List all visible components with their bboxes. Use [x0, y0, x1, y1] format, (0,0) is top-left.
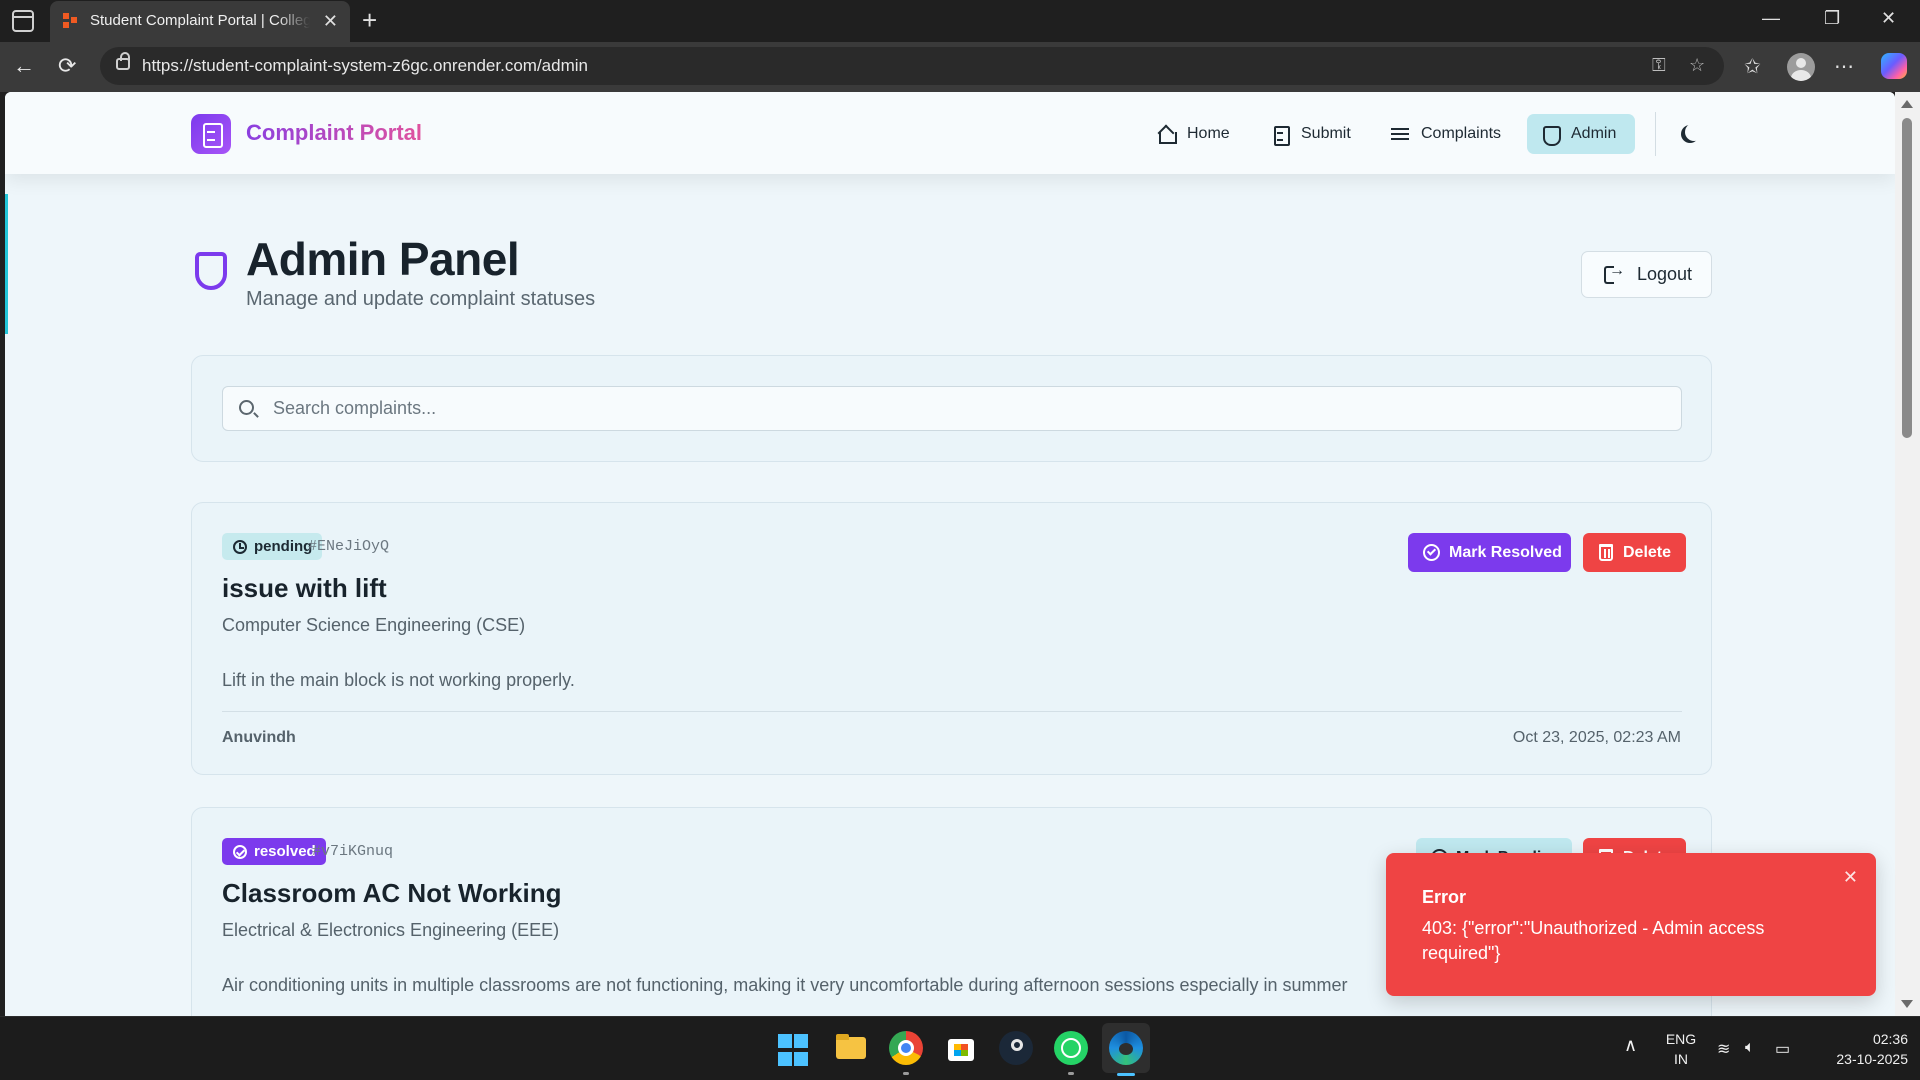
page-scrollbar[interactable] [1895, 92, 1920, 1016]
site-info-lock-icon[interactable] [116, 52, 130, 70]
clock-date[interactable]: 23-10-2025 [1816, 1051, 1908, 1067]
window-close-button[interactable]: ✕ [1881, 8, 1896, 29]
tab-actions-icon[interactable] [12, 10, 34, 32]
complaint-id: #ENeJiOyQ [308, 538, 390, 555]
tab-close-icon[interactable]: ✕ [323, 10, 338, 32]
volume-icon[interactable]: 🔈︎ [1745, 1039, 1755, 1057]
whatsapp-icon[interactable] [1054, 1031, 1088, 1065]
settings-more-button[interactable]: ⋯ [1834, 54, 1854, 79]
minimize-button[interactable]: — [1762, 8, 1780, 29]
language-code[interactable]: ENG [1665, 1031, 1697, 1047]
new-tab-button[interactable]: + [362, 6, 377, 34]
toast-message: 403: {"error":"Unauthorized - Admin acce… [1422, 918, 1765, 963]
logout-button[interactable]: Logout [1581, 251, 1712, 298]
toast-close-icon[interactable]: ✕ [1843, 867, 1858, 888]
wifi-icon[interactable]: ≋ [1717, 1039, 1730, 1059]
clock-icon [233, 540, 247, 554]
favorites-icon[interactable]: ✩ [1744, 54, 1761, 79]
status-label: resolved [254, 843, 316, 860]
file-explorer-icon[interactable] [834, 1031, 868, 1065]
complaint-description: Lift in the main block is not working pr… [222, 670, 575, 690]
running-indicator [1068, 1072, 1074, 1075]
nav-submit-label: Submit [1301, 125, 1351, 142]
document-icon [1271, 125, 1290, 146]
scroll-down-icon[interactable] [1901, 1000, 1913, 1008]
mark-resolved-label: Mark Resolved [1449, 543, 1562, 561]
home-icon [1157, 125, 1177, 144]
site-header: Complaint Portal Home Submit Complaints … [5, 92, 1895, 174]
card-divider [222, 711, 1682, 712]
nav-complaints-label: Complaints [1421, 125, 1502, 142]
favorite-star-icon[interactable]: ☆ [1689, 55, 1705, 76]
delete-button[interactable]: Delete [1583, 533, 1686, 572]
admin-shield-icon [195, 252, 227, 290]
chrome-icon[interactable] [889, 1031, 923, 1065]
running-indicator [903, 1072, 909, 1075]
nav-home[interactable]: Home [1143, 114, 1247, 154]
active-app-indicator [1117, 1073, 1135, 1076]
reload-button[interactable]: ⟳ [58, 54, 76, 78]
nav-admin-label: Admin [1571, 125, 1617, 142]
search-card [191, 355, 1712, 462]
tab-title: Student Complaint Portal | College [90, 12, 310, 29]
status-badge: resolved [222, 838, 326, 865]
complaint-card: pending #ENeJiOyQ issue with lift Comput… [191, 502, 1712, 775]
focus-strip [5, 194, 8, 334]
check-circle-icon [233, 845, 247, 859]
complaint-title: Classroom AC Not Working [222, 878, 562, 908]
nav-admin[interactable]: Admin [1527, 114, 1635, 154]
scroll-up-icon[interactable] [1901, 100, 1913, 108]
browser-tab[interactable]: Student Complaint Portal | College ✕ [50, 1, 350, 42]
trash-icon [1599, 544, 1613, 561]
profile-avatar[interactable] [1787, 53, 1815, 81]
error-toast: ✕ Error 403: {"error":"Unauthorized - Ad… [1386, 853, 1876, 996]
check-circle-icon [1423, 544, 1440, 561]
logout-icon [1604, 262, 1625, 284]
nav-complaints[interactable]: Complaints [1377, 114, 1516, 154]
password-key-icon[interactable]: ⚿ [1652, 55, 1666, 76]
steam-icon[interactable] [999, 1031, 1033, 1065]
search-icon [239, 400, 254, 415]
browser-tab-bar: Student Complaint Portal | College ✕ + —… [0, 0, 1920, 42]
back-button[interactable]: ← [13, 54, 35, 78]
windows-start-icon[interactable] [778, 1034, 812, 1068]
address-bar[interactable]: https://student-complaint-system-z6gc.on… [100, 47, 1724, 85]
nav-divider [1655, 112, 1656, 156]
logout-label: Logout [1637, 264, 1693, 284]
moon-icon[interactable] [1685, 123, 1703, 141]
search-input[interactable] [222, 386, 1682, 431]
status-label: pending [254, 538, 313, 555]
shield-icon [1541, 125, 1561, 146]
region-code[interactable]: IN [1665, 1051, 1697, 1067]
scrollbar-thumb[interactable] [1902, 118, 1912, 438]
restore-button[interactable]: ❐ [1824, 8, 1840, 29]
complaint-id: #v7iKGnuq [312, 843, 394, 860]
toast-title: Error [1422, 887, 1467, 907]
mark-resolved-button[interactable]: Mark Resolved [1408, 533, 1571, 572]
complaint-department: Computer Science Engineering (CSE) [222, 615, 526, 635]
site-favicon-icon [63, 13, 79, 29]
nav-home-label: Home [1187, 125, 1230, 142]
complaint-description: Air conditioning units in multiple class… [222, 975, 1348, 995]
edge-browser-icon[interactable] [1109, 1031, 1143, 1065]
show-hidden-icons-chevron[interactable]: ∧ [1624, 1035, 1637, 1056]
windows-taskbar: ∧ ENG IN ≋ 🔈︎ ▭ 02:36 23-10-2025 [0, 1016, 1920, 1080]
page-title: Admin Panel [246, 233, 520, 285]
complaint-department: Electrical & Electronics Engineering (EE… [222, 920, 560, 940]
battery-icon[interactable]: ▭ [1775, 1039, 1790, 1059]
delete-label: Delete [1623, 543, 1672, 561]
url-text[interactable]: https://student-complaint-system-z6gc.on… [142, 56, 588, 76]
complaint-date: Oct 23, 2025, 02:23 AM [1512, 729, 1681, 746]
page-subtitle: Manage and update complaint statuses [246, 288, 596, 310]
complaint-title: issue with lift [222, 573, 387, 603]
brand-name[interactable]: Complaint Portal [246, 120, 422, 146]
browser-toolbar: ← ⟳ https://student-complaint-system-z6g… [0, 42, 1920, 92]
logo-document-icon[interactable] [191, 114, 231, 154]
nav-submit[interactable]: Submit [1257, 114, 1367, 154]
copilot-icon[interactable] [1881, 53, 1907, 79]
clock-time[interactable]: 02:36 [1816, 1031, 1908, 1047]
list-icon [1391, 125, 1409, 143]
complaint-author: Anuvindh [222, 729, 296, 746]
microsoft-store-icon[interactable] [944, 1031, 978, 1065]
